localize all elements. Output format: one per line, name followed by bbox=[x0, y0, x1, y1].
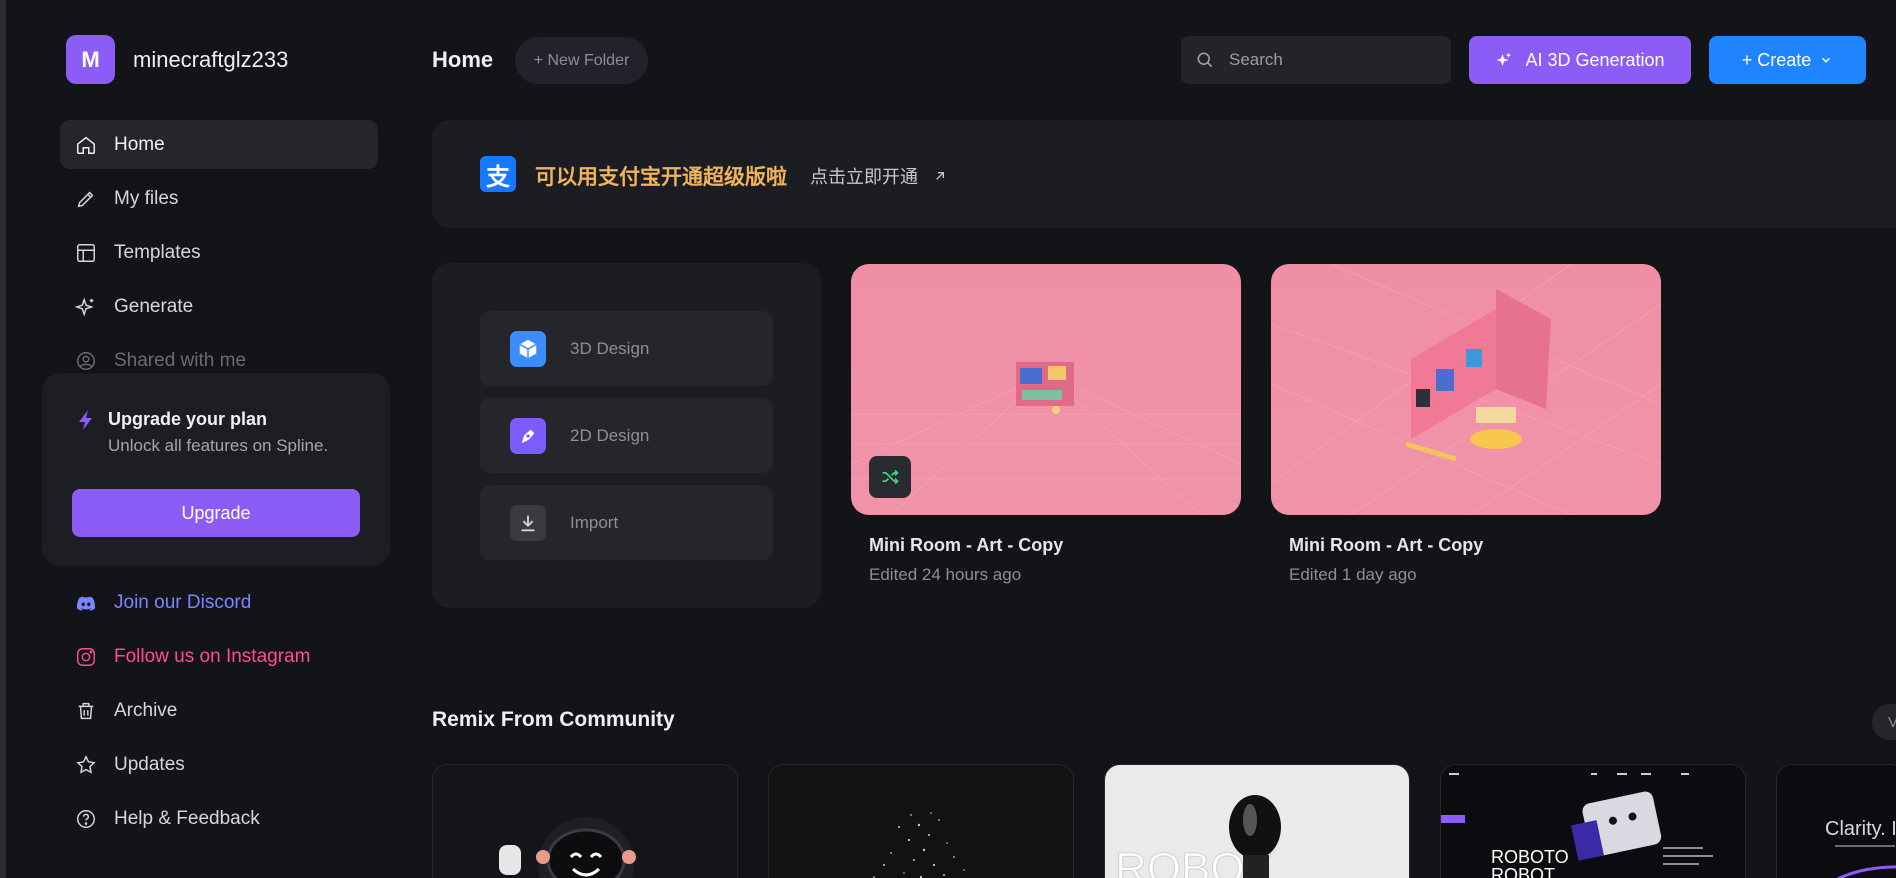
sidebar-item-label: Updates bbox=[114, 753, 185, 775]
sidebar-item-updates[interactable]: Updates bbox=[60, 740, 378, 789]
quick-create-3d-design[interactable]: 3D Design bbox=[480, 311, 773, 386]
help-icon bbox=[74, 807, 98, 831]
sidebar-item-label: Home bbox=[114, 133, 165, 155]
sidebar-item-help[interactable]: Help & Feedback bbox=[60, 794, 378, 843]
discord-icon bbox=[74, 591, 98, 615]
sidebar-item-label: Follow us on Instagram bbox=[114, 645, 311, 667]
file-card[interactable]: Mini Room - Art - Copy Edited 1 day ago bbox=[1271, 264, 1661, 585]
chevron-down-icon bbox=[1822, 57, 1831, 63]
sidebar-item-home[interactable]: Home bbox=[60, 120, 378, 169]
promo-banner[interactable]: 支 可以用支付宝开通超级版啦 点击立即开通 bbox=[432, 120, 1896, 228]
file-card[interactable]: Mini Room - Art - Copy Edited 24 hours a… bbox=[851, 264, 1241, 585]
search-icon bbox=[1197, 52, 1213, 68]
user-profile[interactable]: M minecraftglz233 bbox=[66, 35, 288, 84]
arrow-up-right-icon bbox=[936, 172, 944, 180]
clarity-poster-image: Clarity. I bbox=[1825, 818, 1896, 878]
community-tile[interactable]: ROBOTO ROBOT bbox=[1440, 764, 1746, 878]
file-title: Mini Room - Art - Copy bbox=[869, 535, 1064, 555]
sidebar-item-discord[interactable]: Join our Discord bbox=[60, 578, 378, 627]
svg-text:Clarity. I: Clarity. I bbox=[1825, 818, 1896, 840]
remix-badge[interactable] bbox=[869, 456, 911, 498]
banner-link[interactable]: 点击立即开通 bbox=[810, 163, 948, 189]
bolt-icon bbox=[79, 410, 92, 430]
upgrade-title: Upgrade your plan bbox=[108, 409, 268, 429]
file-title: Mini Room - Art - Copy bbox=[1289, 535, 1484, 555]
sidebar-item-templates[interactable]: Templates bbox=[60, 228, 378, 277]
cube-icon bbox=[510, 330, 546, 367]
create-button[interactable]: + Create bbox=[1709, 36, 1866, 84]
sidebar: M minecraftglz233 Home My files Template… bbox=[6, 0, 406, 878]
community-tile[interactable] bbox=[768, 764, 1074, 878]
community-tile[interactable]: Clarity. I bbox=[1776, 764, 1896, 878]
page-title: Home bbox=[432, 47, 494, 72]
templates-icon bbox=[74, 241, 98, 265]
sidebar-item-generate[interactable]: Generate bbox=[60, 282, 378, 331]
quick-create-label: 2D Design bbox=[570, 425, 650, 445]
upgrade-button[interactable]: Upgrade bbox=[72, 489, 360, 537]
shuffle-icon bbox=[882, 469, 899, 485]
sidebar-item-label: Templates bbox=[114, 241, 201, 263]
alipay-icon: 支 bbox=[480, 156, 516, 192]
quick-create-panel: 3D Design 2D Design Import bbox=[432, 263, 821, 608]
community-tile[interactable]: ROBOT bbox=[1104, 764, 1410, 878]
username: minecraftglz233 bbox=[133, 46, 289, 72]
sidebar-item-label: Join our Discord bbox=[114, 591, 252, 613]
create-button-label: + Create bbox=[1741, 49, 1812, 70]
sidebar-item-label: Help & Feedback bbox=[114, 807, 260, 829]
view-all-button[interactable]: V bbox=[1872, 704, 1896, 740]
quick-create-label: Import bbox=[570, 512, 619, 532]
quick-create-2d-design[interactable]: 2D Design bbox=[480, 398, 773, 473]
community-tile[interactable] bbox=[432, 764, 738, 878]
ai-button-label: AI 3D Generation bbox=[1525, 49, 1665, 70]
robot-astronaut-image bbox=[499, 817, 636, 878]
avatar[interactable]: M bbox=[66, 35, 115, 84]
upgrade-subtitle: Unlock all features on Spline. bbox=[108, 436, 329, 455]
download-icon bbox=[510, 504, 546, 541]
sidebar-item-label: Shared with me bbox=[114, 349, 247, 371]
sidebar-item-label: My files bbox=[114, 187, 179, 209]
quick-create-label: 3D Design bbox=[570, 338, 650, 358]
sparkle-icon bbox=[74, 295, 98, 319]
file-edited-time: Edited 1 day ago bbox=[1289, 565, 1417, 584]
sparkle-icon bbox=[1496, 52, 1512, 66]
sidebar-item-label: Generate bbox=[114, 295, 194, 317]
home-icon bbox=[74, 133, 98, 157]
user-circle-icon bbox=[74, 349, 98, 373]
file-thumbnail[interactable] bbox=[851, 264, 1241, 515]
file-edited-time: Edited 24 hours ago bbox=[869, 565, 1022, 584]
sidebar-item-label: Archive bbox=[114, 699, 178, 721]
search-input[interactable] bbox=[1229, 50, 1429, 70]
instagram-icon bbox=[74, 645, 98, 669]
banner-text: 可以用支付宝开通超级版啦 bbox=[535, 166, 787, 189]
upgrade-card: Upgrade your plan Unlock all features on… bbox=[42, 373, 390, 566]
trash-icon bbox=[74, 699, 98, 723]
community-section-title: Remix From Community bbox=[432, 708, 675, 731]
sidebar-footer-nav: Join our Discord Follow us on Instagram … bbox=[60, 578, 378, 848]
sidebar-item-archive[interactable]: Archive bbox=[60, 686, 378, 735]
new-folder-button[interactable]: + New Folder bbox=[515, 37, 648, 84]
sidebar-item-my-files[interactable]: My files bbox=[60, 174, 378, 223]
room-scene-image bbox=[1271, 264, 1661, 515]
star-icon bbox=[74, 753, 98, 777]
particle-cloud-image bbox=[873, 812, 965, 878]
svg-text:ROBOTO: ROBOTO bbox=[1491, 847, 1569, 867]
banner-link-label: 点击立即开通 bbox=[810, 167, 918, 187]
sidebar-item-instagram[interactable]: Follow us on Instagram bbox=[60, 632, 378, 681]
svg-text:ROBOT: ROBOT bbox=[1491, 865, 1555, 878]
robot-head-image: ROBOT bbox=[1115, 795, 1281, 878]
search-box[interactable] bbox=[1181, 36, 1451, 84]
sidebar-nav: Home My files Templates Generate Shared … bbox=[60, 120, 378, 390]
ai-3d-generation-button[interactable]: AI 3D Generation bbox=[1469, 36, 1691, 84]
file-thumbnail[interactable] bbox=[1271, 264, 1661, 515]
roboto-poster-image: ROBOTO ROBOT bbox=[1441, 773, 1713, 878]
quick-create-import[interactable]: Import bbox=[480, 485, 773, 560]
pencil-icon bbox=[74, 187, 98, 211]
pen-tool-icon bbox=[510, 417, 546, 454]
